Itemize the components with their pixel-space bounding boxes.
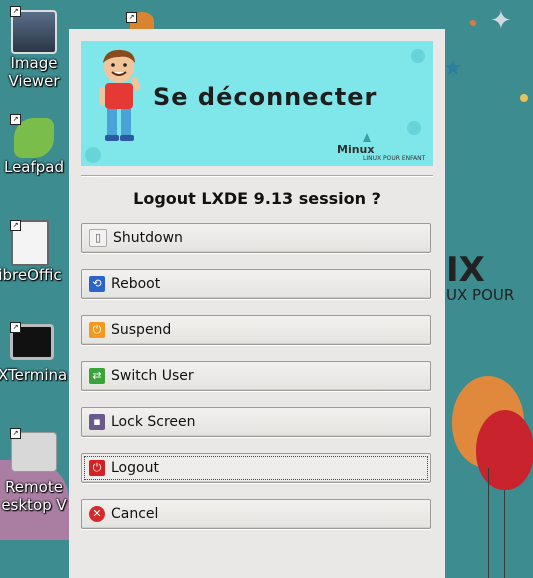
cancel-icon: ✕ [89,506,105,522]
desktop-icon-label: ibreOffic [0,266,62,284]
logout-banner: Se déconnecter Minux LINUX POUR ENFANT [81,41,433,166]
logout-button[interactable]: ⏻ Logout [81,453,431,483]
desktop-icon-image-viewer[interactable]: Image Viewer [0,10,68,90]
balloon-string [504,490,505,578]
logout-label: Logout [111,460,159,476]
child-illustration-icon [99,49,141,141]
lock-screen-icon: ▪ [89,414,105,430]
logout-dialog: Se déconnecter Minux LINUX POUR ENFANT L… [69,29,445,578]
shortcut-arrow-icon: ↗ [10,6,21,17]
shortcut-arrow-icon: ↗ [126,12,137,23]
suspend-icon: ⏻ [89,322,105,338]
logout-question: Logout LXDE 9.13 session ? [133,189,381,208]
shortcut-arrow-icon: ↗ [10,114,21,125]
banner-tagline: LINUX POUR ENFANT [363,155,426,162]
star-decoration: ★ [443,56,463,81]
switch-user-button[interactable]: ⇄ Switch User [81,361,431,391]
shutdown-label: Shutdown [113,230,183,246]
banner-title: Se déconnecter [153,83,378,111]
dot-decoration [520,94,528,102]
suspend-label: Suspend [111,322,172,338]
shortcut-arrow-icon: ↗ [10,428,21,439]
background-tagline-text: UX POUR [446,286,515,304]
desktop-icon-label: XTermina [0,366,68,384]
switch-user-label: Switch User [111,368,194,384]
desktop-icon-xterminal[interactable]: XTermina [0,324,68,384]
reboot-label: Reboot [111,276,161,292]
background-logo-text: IX [446,250,485,290]
desktop-icon-remote-desktop[interactable]: Remote esktop V [0,432,68,514]
shutdown-icon: ▯ [89,229,107,247]
balloon-string [488,468,489,578]
cancel-button[interactable]: ✕ Cancel [81,499,431,529]
reboot-button[interactable]: ⟲ Reboot [81,269,431,299]
cancel-label: Cancel [111,506,159,522]
reboot-icon: ⟲ [89,276,105,292]
lock-screen-label: Lock Screen [111,414,196,430]
logout-icon: ⏻ [89,460,105,476]
shortcut-arrow-icon: ↗ [10,322,21,333]
shutdown-button[interactable]: ▯ Shutdown [81,223,431,253]
desktop-icon-label: Leafpad [3,158,65,176]
minux-logo-icon [363,133,371,142]
star-decoration: ✦ [490,6,512,36]
separator [81,175,433,177]
balloon-red [476,410,533,490]
desktop-icon-label: Image [10,54,58,72]
shortcut-arrow-icon: ↗ [10,220,21,231]
suspend-button[interactable]: ⏻ Suspend [81,315,431,345]
desktop-icon-leafpad[interactable]: Leafpad [0,118,68,176]
bubble-decoration [411,49,425,63]
bubble-decoration [85,147,101,163]
desktop-icon-label: Viewer [8,72,60,90]
bubble-decoration [407,121,421,135]
lock-screen-button[interactable]: ▪ Lock Screen [81,407,431,437]
switch-user-icon: ⇄ [89,368,105,384]
desktop-icon-label: Remote [5,478,63,496]
desktop-icon-label: esktop V [1,496,67,514]
dot-decoration [470,20,476,26]
